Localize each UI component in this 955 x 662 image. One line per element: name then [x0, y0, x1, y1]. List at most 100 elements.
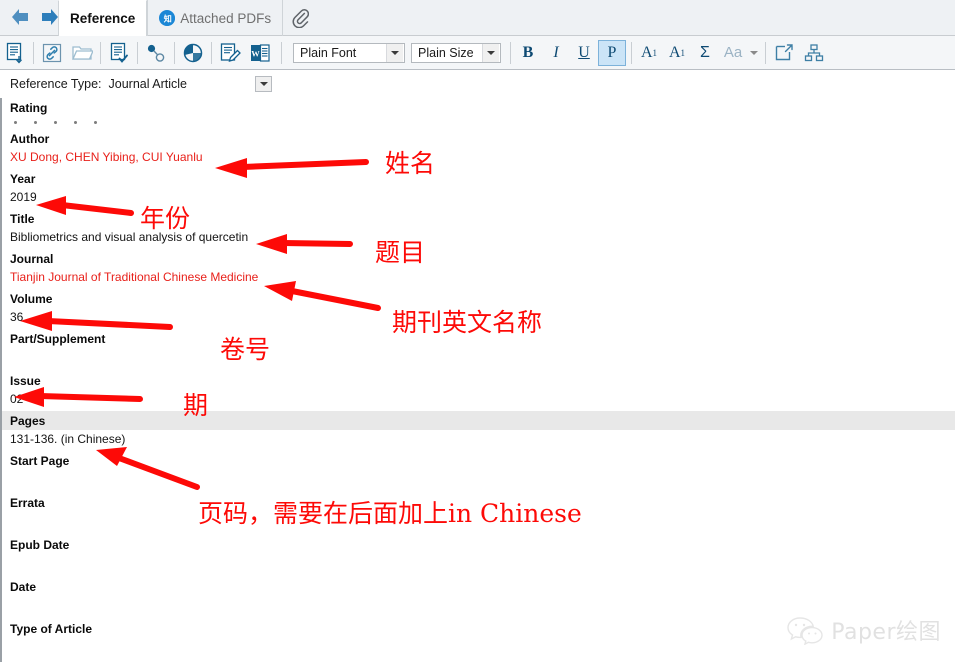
watermark: Paper绘图 — [787, 614, 941, 646]
word-export-icon[interactable]: W — [245, 38, 275, 68]
new-reference-icon[interactable] — [0, 38, 30, 68]
font-select-value: Plain Font — [300, 45, 357, 60]
reference-type-label: Reference Type: — [10, 77, 102, 91]
superscript-digit: 1 — [652, 47, 658, 58]
change-case-button[interactable]: Aa — [719, 40, 747, 66]
field-label: Date — [10, 580, 37, 594]
toolbar-separator — [211, 41, 212, 64]
chevron-down-icon[interactable] — [255, 76, 272, 92]
size-select-value: Plain Size — [418, 45, 474, 60]
reference-field: Part/Supplement — [2, 329, 955, 371]
reference-type-row: Reference Type: Journal Article — [0, 70, 955, 98]
tab-attached-pdfs-label: Attached PDFs — [180, 10, 272, 26]
insert-image-icon[interactable] — [769, 38, 799, 68]
find-full-text-icon[interactable] — [104, 38, 134, 68]
tab-reference[interactable]: Reference — [58, 0, 148, 36]
reference-field: Volume 36 — [2, 289, 955, 329]
chevron-down-icon[interactable] — [482, 43, 499, 62]
toolbar-separator — [765, 41, 766, 64]
reference-field: Pages 131-136. (in Chinese) — [2, 411, 955, 451]
reference-field: Title Bibliometrics and visual analysis o… — [2, 209, 955, 249]
tab-reference-label: Reference — [70, 11, 136, 26]
svg-text:知: 知 — [164, 13, 172, 23]
field-value[interactable] — [2, 512, 955, 535]
plain-format-button[interactable]: P — [598, 39, 626, 66]
chevron-down-icon[interactable] — [386, 43, 403, 62]
open-folder-icon[interactable] — [67, 38, 97, 68]
arrow-left-icon[interactable] — [8, 6, 32, 28]
wechat-icon — [787, 617, 823, 645]
reference-type-value[interactable]: Journal Article — [109, 77, 188, 91]
tab-bar: Reference 知 Attached PDFs — [0, 0, 955, 36]
superscript-button[interactable]: A1 — [635, 40, 663, 66]
toolbar-separator — [510, 41, 511, 64]
italic-button[interactable]: I — [542, 40, 570, 66]
reference-field: Rating — [2, 98, 955, 129]
field-value[interactable]: Tianjin Journal of Traditional Chinese M… — [2, 268, 955, 289]
field-value[interactable]: 131-136. (in Chinese) — [2, 430, 955, 451]
rating-dot[interactable] — [94, 121, 97, 124]
rating-dot[interactable] — [54, 121, 57, 124]
reference-fields-panel: Rating Author XU Dong, CHEN Yibing, CUI Yu… — [0, 98, 955, 662]
subscript-digit: 1 — [680, 47, 686, 58]
find-reference-updates-icon[interactable] — [141, 38, 171, 68]
font-select[interactable]: Plain Font — [293, 42, 405, 63]
reference-field: Date — [2, 577, 955, 619]
reference-field: Epub Date — [2, 535, 955, 577]
field-label: Volume — [10, 292, 53, 306]
field-value[interactable] — [2, 470, 955, 493]
rating-dot[interactable] — [14, 121, 17, 124]
symbol-button[interactable]: Σ — [691, 40, 719, 66]
subscript-label: A — [668, 43, 681, 61]
rating-dot[interactable] — [34, 121, 37, 124]
edit-reference-icon[interactable] — [215, 38, 245, 68]
tab-attached-pdfs[interactable]: 知 Attached PDFs — [147, 0, 282, 36]
chart-icon[interactable] — [178, 38, 208, 68]
reference-field: Year 2019 — [2, 169, 955, 209]
toolbar-separator — [100, 41, 101, 64]
toolbar-separator — [33, 41, 34, 64]
reference-field: Journal Tianjin Journal of Traditional Ch… — [2, 249, 955, 289]
reference-field: Author XU Dong, CHEN Yibing, CUI Yuanlu — [2, 129, 955, 169]
rating-dot[interactable] — [74, 121, 77, 124]
field-label: Author — [10, 132, 50, 146]
attach-link-icon[interactable] — [37, 38, 67, 68]
field-label: Start Page — [10, 454, 70, 468]
hierarchy-icon[interactable] — [799, 38, 829, 68]
field-label: Rating — [10, 101, 48, 115]
reference-field: Issue 02 — [2, 371, 955, 411]
field-label: Part/Supplement — [10, 332, 106, 346]
field-label: Title — [10, 212, 35, 226]
pdf-badge-icon: 知 — [159, 10, 176, 26]
tab-list: Reference 知 Attached PDFs — [58, 0, 317, 36]
paperclip-icon[interactable] — [282, 0, 317, 36]
chevron-down-icon[interactable] — [747, 40, 761, 66]
field-label: Errata — [10, 496, 45, 510]
rating-stars[interactable] — [2, 117, 955, 129]
superscript-label: A — [640, 43, 653, 61]
field-value[interactable]: 2019 — [2, 188, 955, 209]
underline-button[interactable]: U — [570, 40, 598, 66]
toolbar-separator — [174, 41, 175, 64]
field-label: Journal — [10, 252, 54, 266]
endnote-reference-editor-window: Reference 知 Attached PDFs W Plain Font P… — [0, 0, 955, 662]
navigation-buttons — [8, 6, 62, 28]
subscript-button[interactable]: A1 — [663, 40, 691, 66]
field-value[interactable] — [2, 554, 955, 577]
field-value[interactable]: 36 — [2, 308, 955, 329]
reference-field: Errata — [2, 493, 955, 535]
size-select[interactable]: Plain Size — [411, 42, 501, 63]
bold-button[interactable]: B — [514, 40, 542, 66]
field-value[interactable]: 02 — [2, 390, 955, 411]
field-label: Epub Date — [10, 538, 70, 552]
field-value[interactable] — [2, 348, 955, 371]
field-value[interactable]: Bibliometrics and visual analysis of que… — [2, 228, 955, 249]
field-label: Year — [10, 172, 36, 186]
formatting-toolbar: W Plain Font Plain Size B I U P A1 A 1 Σ… — [0, 36, 955, 70]
field-label: Pages — [2, 411, 955, 430]
svg-text:W: W — [251, 48, 260, 58]
field-value[interactable]: XU Dong, CHEN Yibing, CUI Yuanlu — [2, 148, 955, 169]
field-label: Issue — [10, 374, 41, 388]
toolbar-separator — [137, 41, 138, 64]
toolbar-separator — [631, 41, 632, 64]
